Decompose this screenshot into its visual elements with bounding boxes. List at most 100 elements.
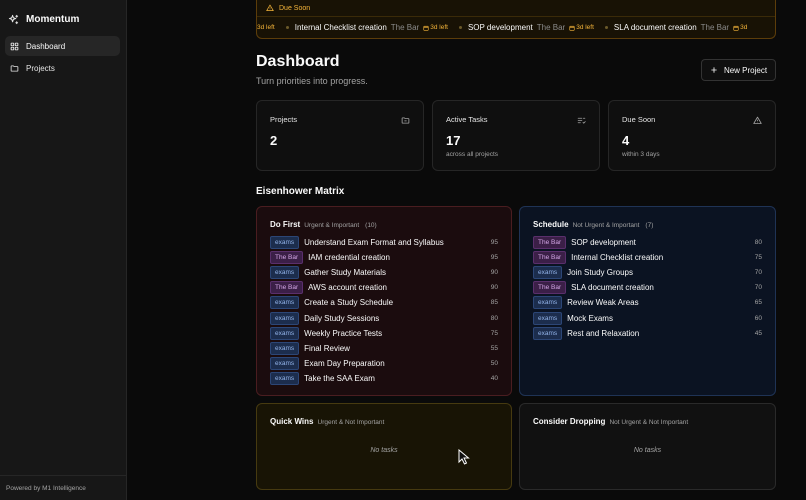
days-left: 3d left <box>257 24 275 31</box>
task-row[interactable]: exams Rest and Relaxation 45 <box>533 326 762 341</box>
bullet-icon <box>285 26 289 29</box>
task-title: SLA document creation <box>571 283 654 293</box>
task-score: 65 <box>754 299 762 307</box>
empty-state: No tasks <box>633 447 662 454</box>
brand[interactable]: Momentum <box>0 0 126 30</box>
task-score: 85 <box>490 299 498 307</box>
sidebar-item-label: Projects <box>26 63 55 73</box>
task-row[interactable]: exams Mock Exams 60 <box>533 310 762 325</box>
plus-icon <box>711 67 717 73</box>
sidebar-footer: Powered by M1 Intelligence <box>0 475 127 500</box>
ticker-task-title: SOP development <box>467 23 533 32</box>
due-soon-label: Due Soon <box>279 4 311 12</box>
task-score: 40 <box>490 374 498 382</box>
task-title: Final Review <box>304 343 350 353</box>
page-subtitle: Turn priorities into progress. <box>256 76 368 86</box>
task-score: 70 <box>754 269 762 277</box>
task-row[interactable]: exams Weekly Practice Tests 75 <box>270 326 498 341</box>
task-row[interactable]: exams Gather Study Materials 90 <box>270 265 498 280</box>
project-tag: exams <box>270 236 300 250</box>
task-score: 70 <box>754 284 762 292</box>
task-row[interactable]: exams Understand Exam Format and Syllabus… <box>270 235 498 250</box>
warning-icon <box>753 116 762 124</box>
bullet-icon <box>458 26 462 29</box>
stat-card-due-soon: Due Soon 4 within 3 days <box>608 100 776 171</box>
page-title: Dashboard <box>256 53 340 70</box>
days-left: 3d left <box>576 24 594 31</box>
task-row[interactable]: The Bar IAM credential creation 95 <box>270 250 498 265</box>
quadrant-subtitle: Not Urgent & Important <box>572 222 640 229</box>
task-row[interactable]: exams Review Weak Areas 65 <box>533 295 762 310</box>
quadrant-subtitle: Urgent & Important <box>304 222 360 229</box>
folder-icon <box>10 64 19 72</box>
project-tag: The Bar <box>270 251 304 265</box>
sidebar-nav: Dashboard Projects <box>0 30 126 78</box>
sidebar-item-label: Dashboard <box>26 41 66 51</box>
quadrant-quick-wins: Quick Wins Urgent & Not Important No tas… <box>256 403 512 490</box>
project-tag: exams <box>533 296 563 310</box>
warning-icon <box>266 4 274 12</box>
task-score: 45 <box>754 329 762 337</box>
stat-label: Active Tasks <box>446 115 488 124</box>
main-content: Due Soon 3d left Internal Checklist crea… <box>127 0 806 500</box>
stat-value: 4 <box>622 133 630 148</box>
task-row[interactable]: exams Exam Day Preparation 50 <box>270 356 498 371</box>
task-row[interactable]: exams Take the SAA Exam 40 <box>270 371 498 386</box>
task-row[interactable]: exams Final Review 55 <box>270 341 498 356</box>
quadrant-consider-dropping: Consider Dropping Not Urgent & Not Impor… <box>519 403 776 490</box>
task-score: 80 <box>754 239 762 247</box>
bullet-icon <box>604 26 608 29</box>
ticker-item[interactable]: SOP development The Bar 3d left <box>458 23 594 32</box>
ticker-item[interactable]: 3d left <box>257 24 275 31</box>
project-tag: exams <box>270 326 300 340</box>
matrix-title: Eisenhower Matrix <box>256 186 345 197</box>
quadrant-title: Do First <box>270 220 301 229</box>
task-score: 90 <box>490 284 498 292</box>
ticker-project: The Bar <box>700 23 730 32</box>
task-list: exams Understand Exam Format and Syllabus… <box>270 235 498 386</box>
quadrant-schedule: Schedule Not Urgent & Important (7) The … <box>519 206 776 396</box>
mouse-cursor-icon <box>458 449 470 465</box>
task-score: 50 <box>490 359 498 367</box>
ticker-task-title: Internal Checklist creation <box>294 23 387 32</box>
task-row[interactable]: exams Daily Study Sessions 80 <box>270 310 498 325</box>
stat-card-projects: Projects 2 <box>256 100 424 171</box>
task-row[interactable]: The Bar SLA document creation 70 <box>533 280 762 295</box>
list-check-icon <box>577 117 586 124</box>
ticker-task-title: SLA document creation <box>613 23 697 32</box>
project-tag: exams <box>270 341 300 355</box>
task-row[interactable]: The Bar SOP development 80 <box>533 235 762 250</box>
quadrant-title: Consider Dropping <box>533 417 606 426</box>
task-row[interactable]: exams Join Study Groups 70 <box>533 265 762 280</box>
task-score: 90 <box>490 269 498 277</box>
project-tag: The Bar <box>270 281 304 295</box>
app-name: Momentum <box>26 14 80 25</box>
task-score: 95 <box>490 239 498 247</box>
task-title: Take the SAA Exam <box>304 373 375 383</box>
stat-note: across all projects <box>446 151 499 158</box>
task-row[interactable]: The Bar Internal Checklist creation 75 <box>533 250 762 265</box>
task-title: Gather Study Materials <box>304 268 386 278</box>
task-row[interactable]: exams Create a Study Schedule 85 <box>270 295 498 310</box>
project-tag: exams <box>533 311 563 325</box>
stat-note: within 3 days <box>622 151 660 158</box>
ticker-item[interactable]: Internal Checklist creation The Bar 3d l… <box>285 23 448 32</box>
task-row[interactable]: The Bar AWS account creation 90 <box>270 280 498 295</box>
task-score: 80 <box>490 314 498 322</box>
project-tag: The Bar <box>533 236 567 250</box>
project-tag: exams <box>533 326 563 340</box>
new-project-button[interactable]: New Project <box>701 59 776 81</box>
quadrant-title: Quick Wins <box>270 417 314 426</box>
task-title: Rest and Relaxation <box>567 328 640 338</box>
days-left: 3d left <box>430 24 448 31</box>
due-soon-banner: Due Soon 3d left Internal Checklist crea… <box>256 0 776 39</box>
sidebar-item-projects[interactable]: Projects <box>5 58 120 78</box>
sidebar-item-dashboard[interactable]: Dashboard <box>5 36 120 56</box>
stat-value: 17 <box>446 133 461 148</box>
task-title: Join Study Groups <box>567 268 633 278</box>
sidebar: Momentum Dashboard Projects Powered by M… <box>0 0 127 500</box>
task-title: SOP development <box>571 238 636 248</box>
ticker-item[interactable]: SLA document creation The Bar 3d <box>604 23 747 32</box>
dashboard-icon <box>10 42 19 50</box>
task-title: Mock Exams <box>567 313 613 323</box>
